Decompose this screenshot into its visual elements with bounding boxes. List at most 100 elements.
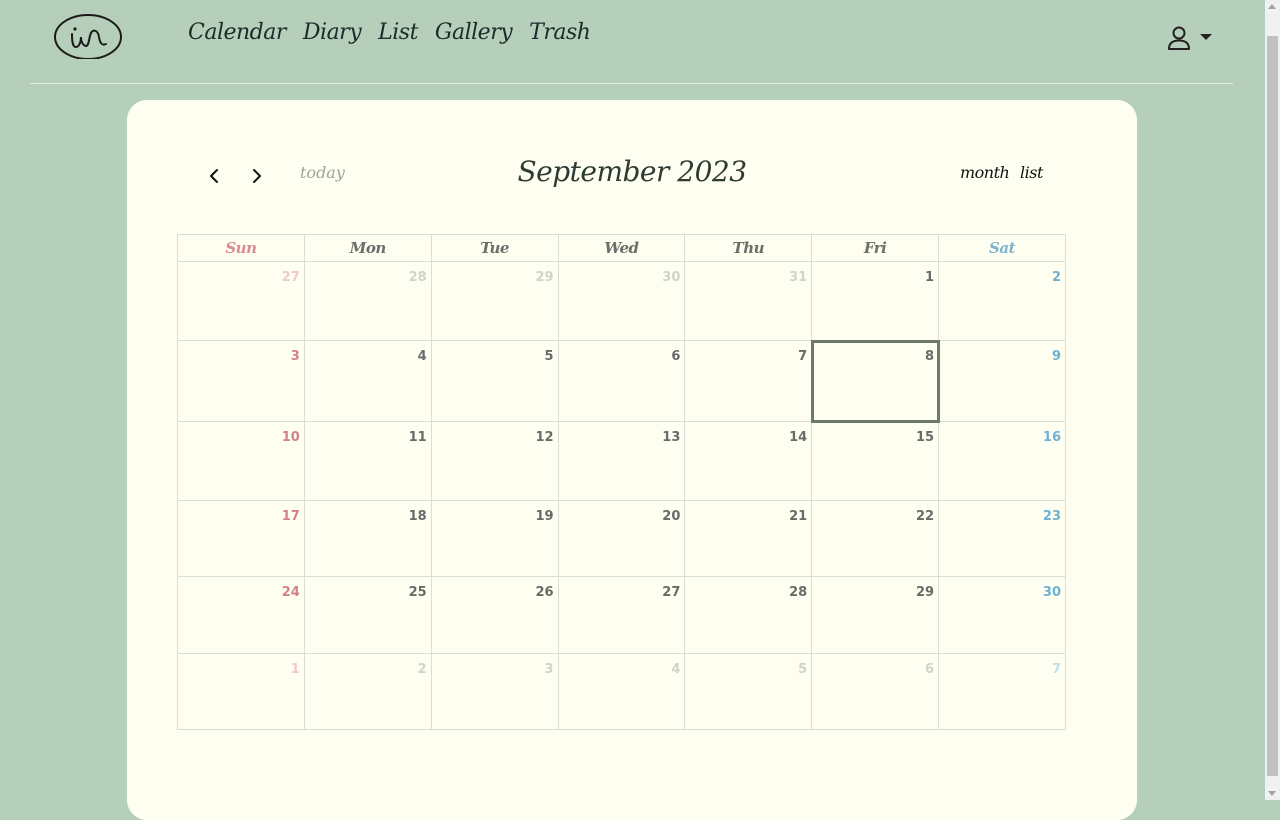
day-number: 29 (915, 585, 935, 600)
day-cell[interactable]: 18 (303, 500, 432, 577)
list-view-button[interactable]: list (1020, 163, 1043, 182)
day-cell[interactable]: 6 (557, 340, 686, 422)
weekday-header-row: Sun Mon Tue Wed Thu Fri Sat (177, 234, 1066, 262)
day-cell[interactable]: 16 (938, 421, 1066, 501)
day-cell[interactable]: 14 (684, 421, 813, 501)
day-number: 26 (535, 585, 554, 600)
day-cell[interactable]: 3 (177, 340, 305, 422)
day-cell[interactable]: 5 (430, 340, 559, 422)
day-number: 18 (408, 509, 427, 524)
day-cell[interactable]: 5 (684, 653, 813, 730)
day-number: 13 (662, 430, 681, 445)
day-number: 2 (417, 662, 427, 677)
day-cell[interactable]: 17 (177, 500, 305, 577)
logo[interactable] (54, 13, 122, 60)
day-cell[interactable]: 2 (303, 653, 432, 730)
day-cell[interactable]: 31 (684, 261, 813, 341)
day-number: 3 (544, 662, 554, 677)
month-view-button[interactable]: month (960, 163, 1010, 182)
day-number: 3 (290, 349, 300, 364)
day-number: 5 (798, 662, 808, 677)
nav-trash[interactable]: Trash (529, 20, 591, 45)
user-icon (1166, 25, 1192, 55)
week-row: 17 18 19 20 21 22 23 (177, 500, 1066, 577)
day-number: 24 (281, 585, 300, 600)
day-number: 27 (662, 585, 681, 600)
day-number: 1 (925, 270, 935, 285)
day-cell[interactable]: 2 (938, 261, 1066, 341)
day-cell[interactable]: 24 (177, 576, 305, 654)
day-cell[interactable]: 1 (811, 261, 940, 341)
day-cell[interactable]: 12 (430, 421, 559, 501)
day-cell[interactable]: 30 (938, 576, 1066, 654)
scroll-down-icon[interactable] (1268, 791, 1276, 796)
calendar-grid: Sun Mon Tue Wed Thu Fri Sat 27 28 29 30 … (177, 234, 1066, 730)
today-day-cell[interactable]: 8 (810, 339, 940, 423)
day-number: 23 (1042, 509, 1061, 524)
week-row: 3 4 5 6 7 8 9 (177, 339, 1066, 423)
day-number: 14 (789, 430, 808, 445)
weekday-header: Wed (557, 234, 686, 262)
day-cell[interactable]: 3 (430, 653, 559, 730)
nav-list[interactable]: List (378, 20, 418, 45)
day-cell[interactable]: 15 (811, 421, 940, 501)
day-cell[interactable]: 29 (811, 576, 940, 654)
day-cell[interactable]: 30 (557, 261, 686, 341)
caret-down-icon (1200, 34, 1212, 40)
calendar-card: today September 2023 month list Sun Mon … (127, 100, 1137, 820)
day-cell[interactable]: 28 (684, 576, 813, 654)
day-number: 28 (789, 585, 808, 600)
day-cell[interactable]: 6 (811, 653, 940, 730)
weekday-header: Tue (430, 234, 559, 262)
nav-gallery[interactable]: Gallery (435, 20, 513, 45)
weekday-header: Sun (177, 234, 305, 262)
day-number: 29 (535, 270, 554, 285)
day-cell[interactable]: 27 (177, 261, 305, 341)
day-number: 31 (789, 270, 808, 285)
day-number: 6 (671, 349, 681, 364)
user-menu[interactable] (1166, 25, 1212, 55)
day-number: 2 (1051, 270, 1061, 285)
day-number: 4 (671, 662, 681, 677)
day-number: 25 (408, 585, 427, 600)
day-cell[interactable]: 21 (684, 500, 813, 577)
day-cell[interactable]: 19 (430, 500, 559, 577)
day-cell[interactable]: 1 (177, 653, 305, 730)
day-cell[interactable]: 29 (430, 261, 559, 341)
scroll-up-icon[interactable] (1268, 4, 1276, 9)
day-number: 20 (662, 509, 681, 524)
day-cell[interactable]: 23 (938, 500, 1066, 577)
weekday-header: Fri (811, 234, 940, 262)
day-number: 8 (925, 349, 935, 364)
day-cell[interactable]: 7 (684, 340, 813, 422)
scroll-thumb[interactable] (1267, 36, 1278, 776)
week-row: 10 11 12 13 14 15 16 (177, 421, 1066, 501)
day-cell[interactable]: 7 (938, 653, 1066, 730)
day-number: 16 (1042, 430, 1061, 445)
day-cell[interactable]: 26 (430, 576, 559, 654)
day-cell[interactable]: 4 (303, 340, 432, 422)
day-cell[interactable]: 10 (177, 421, 305, 501)
weekday-header: Thu (684, 234, 813, 262)
nav-calendar[interactable]: Calendar (188, 20, 286, 45)
day-cell[interactable]: 25 (303, 576, 432, 654)
page-scrollbar[interactable] (1265, 0, 1280, 800)
day-cell[interactable]: 4 (557, 653, 686, 730)
day-number: 4 (417, 349, 427, 364)
day-number: 19 (535, 509, 554, 524)
day-cell[interactable]: 13 (557, 421, 686, 501)
day-cell[interactable]: 28 (303, 261, 432, 341)
day-cell[interactable]: 22 (811, 500, 940, 577)
day-number: 7 (1051, 662, 1061, 677)
nav-diary[interactable]: Diary (303, 20, 362, 45)
day-cell[interactable]: 9 (938, 340, 1066, 422)
week-row: 1 2 3 4 5 6 7 (177, 653, 1066, 730)
header-divider (30, 83, 1233, 84)
weekday-header: Mon (303, 234, 432, 262)
weekday-header: Sat (938, 234, 1066, 262)
day-cell[interactable]: 11 (303, 421, 432, 501)
day-cell[interactable]: 27 (557, 576, 686, 654)
week-row: 27 28 29 30 31 1 2 (177, 261, 1066, 341)
day-cell[interactable]: 20 (557, 500, 686, 577)
main-nav: Calendar Diary List Gallery Trash (188, 20, 591, 45)
